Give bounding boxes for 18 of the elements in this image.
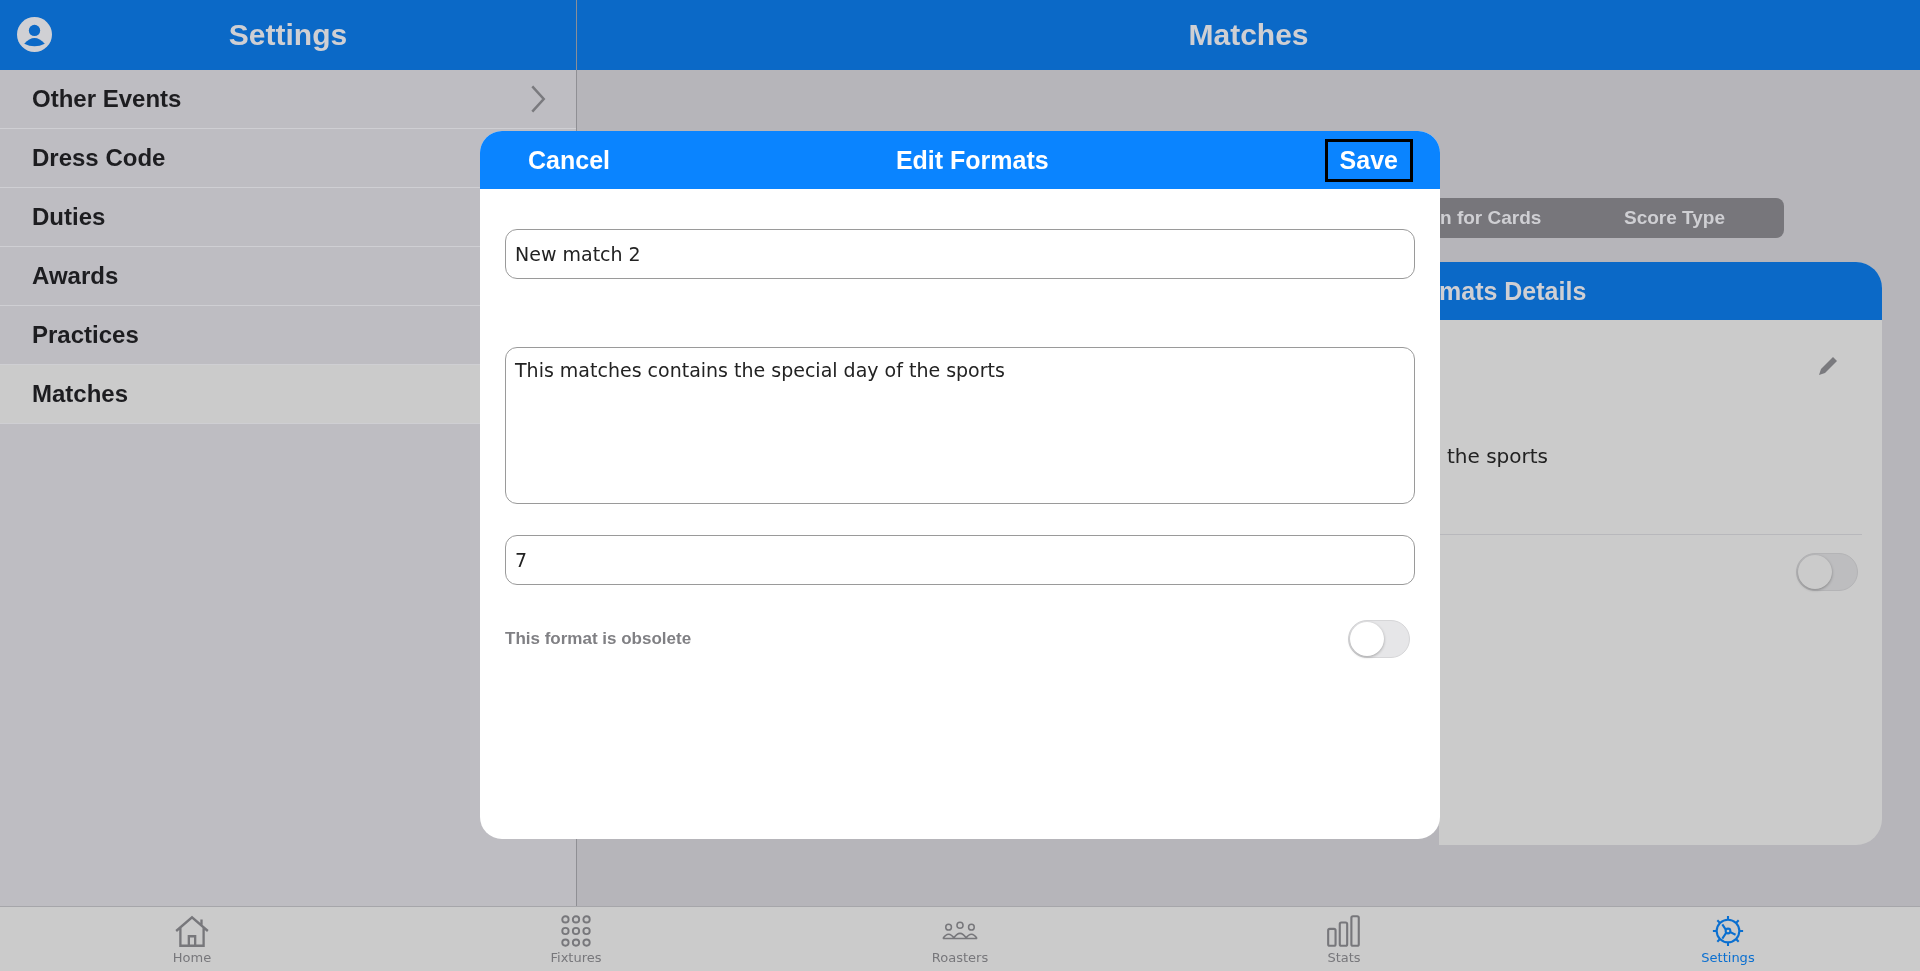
sidebar-title: Settings (228, 18, 348, 52)
toggle-switch[interactable] (1796, 553, 1858, 591)
page-title: Matches (1188, 18, 1309, 52)
card-title: mats Details (1439, 276, 1587, 306)
chevron-icon (530, 84, 546, 114)
obsolete-label: This format is obsolete (505, 629, 692, 649)
dialog-title: Edit Formats (895, 145, 1049, 175)
sidebar-item[interactable]: Other Events (0, 70, 576, 129)
name-field[interactable]: New match 2 (505, 229, 1415, 279)
save-button[interactable]: Save (1324, 138, 1413, 182)
avatar-icon[interactable] (17, 17, 52, 52)
description-field[interactable]: This matches contains the special day of the sports (505, 347, 1415, 504)
bar-chart-icon (1325, 913, 1363, 948)
number-field[interactable]: 7 (505, 535, 1415, 585)
toggle-switch[interactable] (1348, 620, 1410, 658)
pencil-icon[interactable] (1816, 354, 1840, 378)
description-text: the sports (1446, 444, 1549, 468)
house-icon (173, 913, 211, 948)
